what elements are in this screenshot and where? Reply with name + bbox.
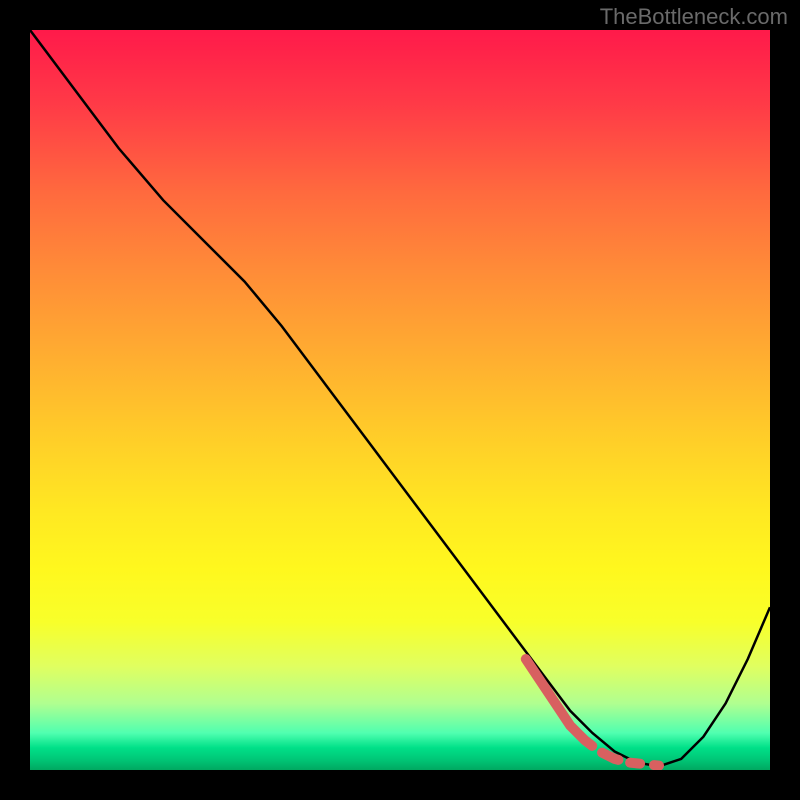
optimum-marker [526, 659, 659, 766]
chart-curve-svg [30, 30, 770, 770]
watermark-text: TheBottleneck.com [600, 4, 788, 30]
chart-plot-area [30, 30, 770, 770]
bottleneck-curve [30, 30, 770, 766]
